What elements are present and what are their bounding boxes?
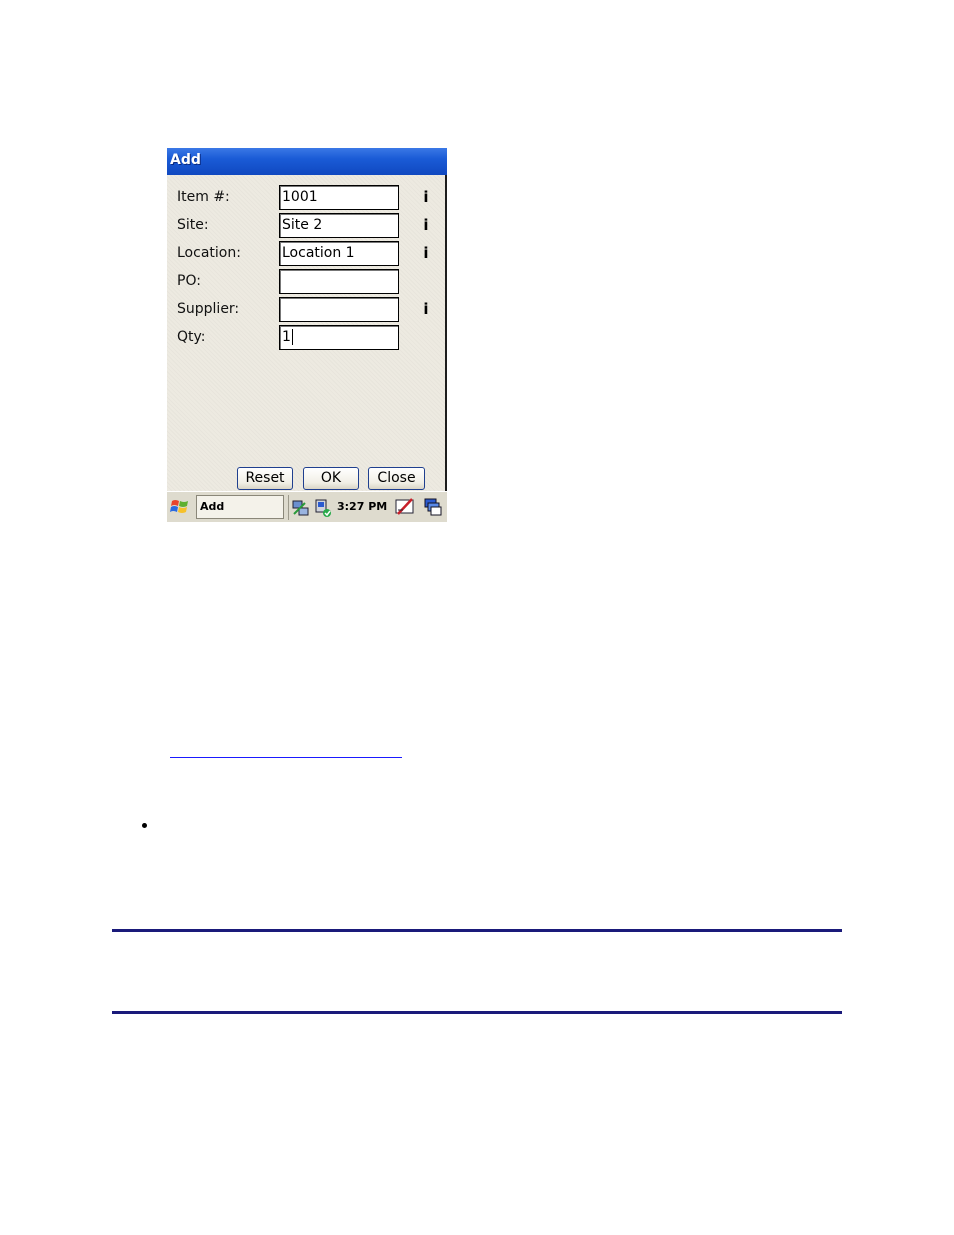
desktop-switch-icon[interactable] — [423, 497, 443, 517]
section-divider-top — [112, 929, 842, 932]
tray-divider — [288, 495, 289, 520]
window-title: Add — [170, 152, 201, 168]
text-caret — [291, 329, 293, 345]
section-divider-bottom — [112, 1011, 842, 1014]
location-field[interactable]: Location 1 — [279, 241, 399, 266]
ok-button[interactable]: OK — [303, 467, 359, 490]
clock[interactable]: 3:27 PM — [337, 500, 387, 513]
network-icon[interactable] — [291, 498, 311, 518]
qty-field[interactable]: 1 — [279, 325, 399, 350]
po-label: PO: — [177, 273, 201, 289]
supplier-info-icon[interactable]: i — [422, 300, 430, 318]
sync-icon[interactable] — [313, 498, 333, 518]
supplier-field[interactable] — [279, 297, 399, 322]
supplier-label: Supplier: — [177, 301, 240, 317]
active-task-button[interactable]: Add — [196, 495, 284, 519]
taskbar: Add 3:27 PM — [167, 491, 447, 522]
input-panel-icon[interactable] — [394, 496, 416, 518]
bullet-point — [142, 823, 147, 828]
po-field[interactable] — [279, 269, 399, 294]
site-field[interactable]: Site 2 — [279, 213, 399, 238]
qty-label: Qty: — [177, 329, 206, 345]
item-number-label: Item #: — [177, 189, 230, 205]
location-info-icon[interactable]: i — [422, 244, 430, 262]
location-label: Location: — [177, 245, 241, 261]
close-button[interactable]: Close — [368, 467, 425, 490]
title-bar: Add — [167, 148, 447, 175]
windows-start-icon[interactable] — [169, 496, 191, 518]
site-label: Site: — [177, 217, 209, 233]
item-number-field[interactable]: 1001 — [279, 185, 399, 210]
form-panel: Item #: 1001 i Site: Site 2 i Location: … — [167, 175, 447, 491]
site-info-icon[interactable]: i — [422, 216, 430, 234]
qty-value: 1 — [282, 329, 291, 345]
hyperlink-underline[interactable] — [170, 743, 402, 758]
device-screenshot: Add Item #: 1001 i Site: Site 2 i Locati… — [167, 148, 447, 522]
reset-button[interactable]: Reset — [237, 467, 293, 490]
item-number-info-icon[interactable]: i — [422, 188, 430, 206]
